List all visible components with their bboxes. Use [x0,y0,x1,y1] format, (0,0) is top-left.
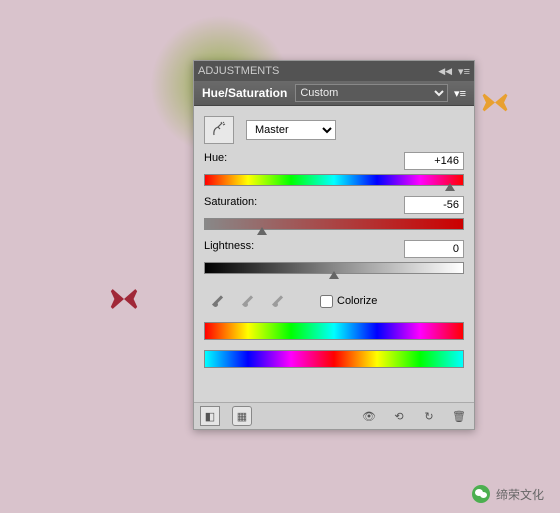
watermark: 缔荣文化 [472,485,544,503]
saturation-value[interactable]: -56 [404,196,464,214]
reset-icon[interactable]: ↻ [420,407,438,425]
lightness-value[interactable]: 0 [404,240,464,258]
preset-select[interactable]: Custom [295,84,448,102]
wechat-icon [472,485,490,503]
lightness-slider[interactable] [204,262,464,274]
output-spectrum [204,350,464,368]
adjustment-name: Hue/Saturation [202,86,287,100]
input-spectrum [204,322,464,340]
eyedropper-add-icon[interactable] [240,292,258,310]
color-range-select[interactable]: Master [246,120,336,140]
visibility-icon[interactable]: 👁 [360,407,378,425]
targeted-adjust-icon[interactable] [204,116,234,144]
collapse-icon[interactable]: ◀◀ [438,66,452,77]
preset-menu-icon[interactable]: ▾≡ [454,87,466,100]
butterfly-decoration [108,285,140,313]
adjustments-panel: ADJUSTMENTS ◀◀ ▾≡ Hue/Saturation Custom … [193,60,475,430]
reset-previous-icon[interactable]: ⟲ [390,407,408,425]
saturation-slider[interactable] [204,218,464,230]
expand-view-icon[interactable]: ◧ [200,406,220,426]
adjustment-header: Hue/Saturation Custom ▾≡ [194,81,474,106]
lightness-label: Lightness: [204,240,254,252]
eyedropper-subtract-icon[interactable] [270,292,288,310]
hue-slider[interactable] [204,174,464,186]
hue-label: Hue: [204,152,227,164]
panel-title: ADJUSTMENTS [198,65,279,77]
butterfly-decoration [480,90,510,115]
panel-menu-icon[interactable]: ▾≡ [458,65,470,78]
panel-footer: ◧ ▦ 👁 ⟲ ↻ 🗑 [194,402,474,429]
eyedropper-icon[interactable] [210,292,228,310]
layer-toggle-icon[interactable]: ▦ [232,406,252,426]
panel-titlebar: ADJUSTMENTS ◀◀ ▾≡ [194,61,474,81]
hue-value[interactable]: +146 [404,152,464,170]
saturation-label: Saturation: [204,196,257,208]
colorize-checkbox[interactable]: Colorize [320,295,377,308]
delete-icon[interactable]: 🗑 [450,407,468,425]
